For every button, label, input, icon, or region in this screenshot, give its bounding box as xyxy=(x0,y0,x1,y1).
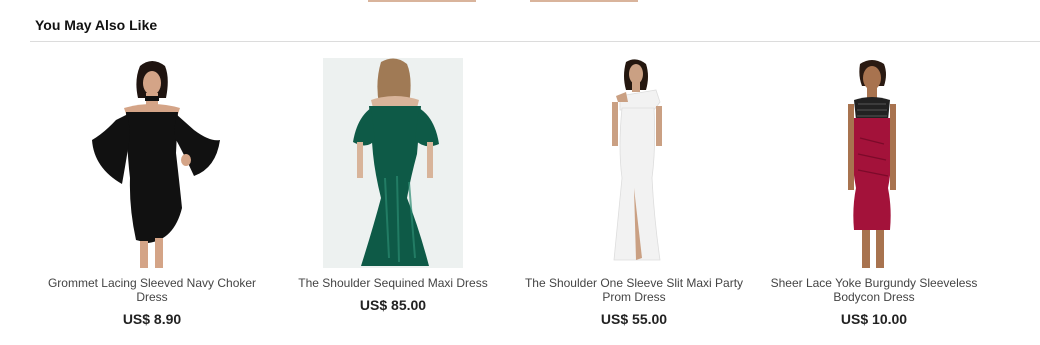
green-sequin-maxi-dress-image[interactable] xyxy=(323,58,463,268)
section-header: You May Also Like xyxy=(30,0,1040,42)
product-card[interactable]: The Shoulder Sequined Maxi Dress US$ 85.… xyxy=(273,58,513,338)
product-price: US$ 8.90 xyxy=(122,311,182,327)
product-card[interactable]: Sheer Lace Yoke Burgundy Sleeveless Body… xyxy=(754,58,994,338)
product-price: US$ 85.00 xyxy=(359,297,427,313)
white-one-shoulder-gown-image[interactable] xyxy=(564,58,704,268)
product-card[interactable]: Grommet Lacing Sleeved Navy Choker Dress… xyxy=(32,58,272,338)
product-card[interactable]: The Shoulder One Sleeve Slit Maxi Party … xyxy=(514,58,754,338)
section-title: You May Also Like xyxy=(35,17,158,33)
product-price: US$ 55.00 xyxy=(600,311,668,327)
product-name[interactable]: The Shoulder Sequined Maxi Dress xyxy=(277,276,509,290)
black-bell-sleeve-dress-image[interactable] xyxy=(82,58,222,268)
burgundy-lace-bodycon-dress-image[interactable] xyxy=(804,58,944,268)
product-price: US$ 10.00 xyxy=(840,311,908,327)
you-may-also-like-section: You May Also Like Grommet Lacing Sleeved… xyxy=(30,0,1040,345)
product-name[interactable]: Grommet Lacing Sleeved Navy Choker Dress xyxy=(36,276,268,304)
product-name[interactable]: The Shoulder One Sleeve Slit Maxi Party … xyxy=(518,276,750,304)
product-name[interactable]: Sheer Lace Yoke Burgundy Sleeveless Body… xyxy=(758,276,990,304)
product-grid: Grommet Lacing Sleeved Navy Choker Dress… xyxy=(30,58,990,338)
